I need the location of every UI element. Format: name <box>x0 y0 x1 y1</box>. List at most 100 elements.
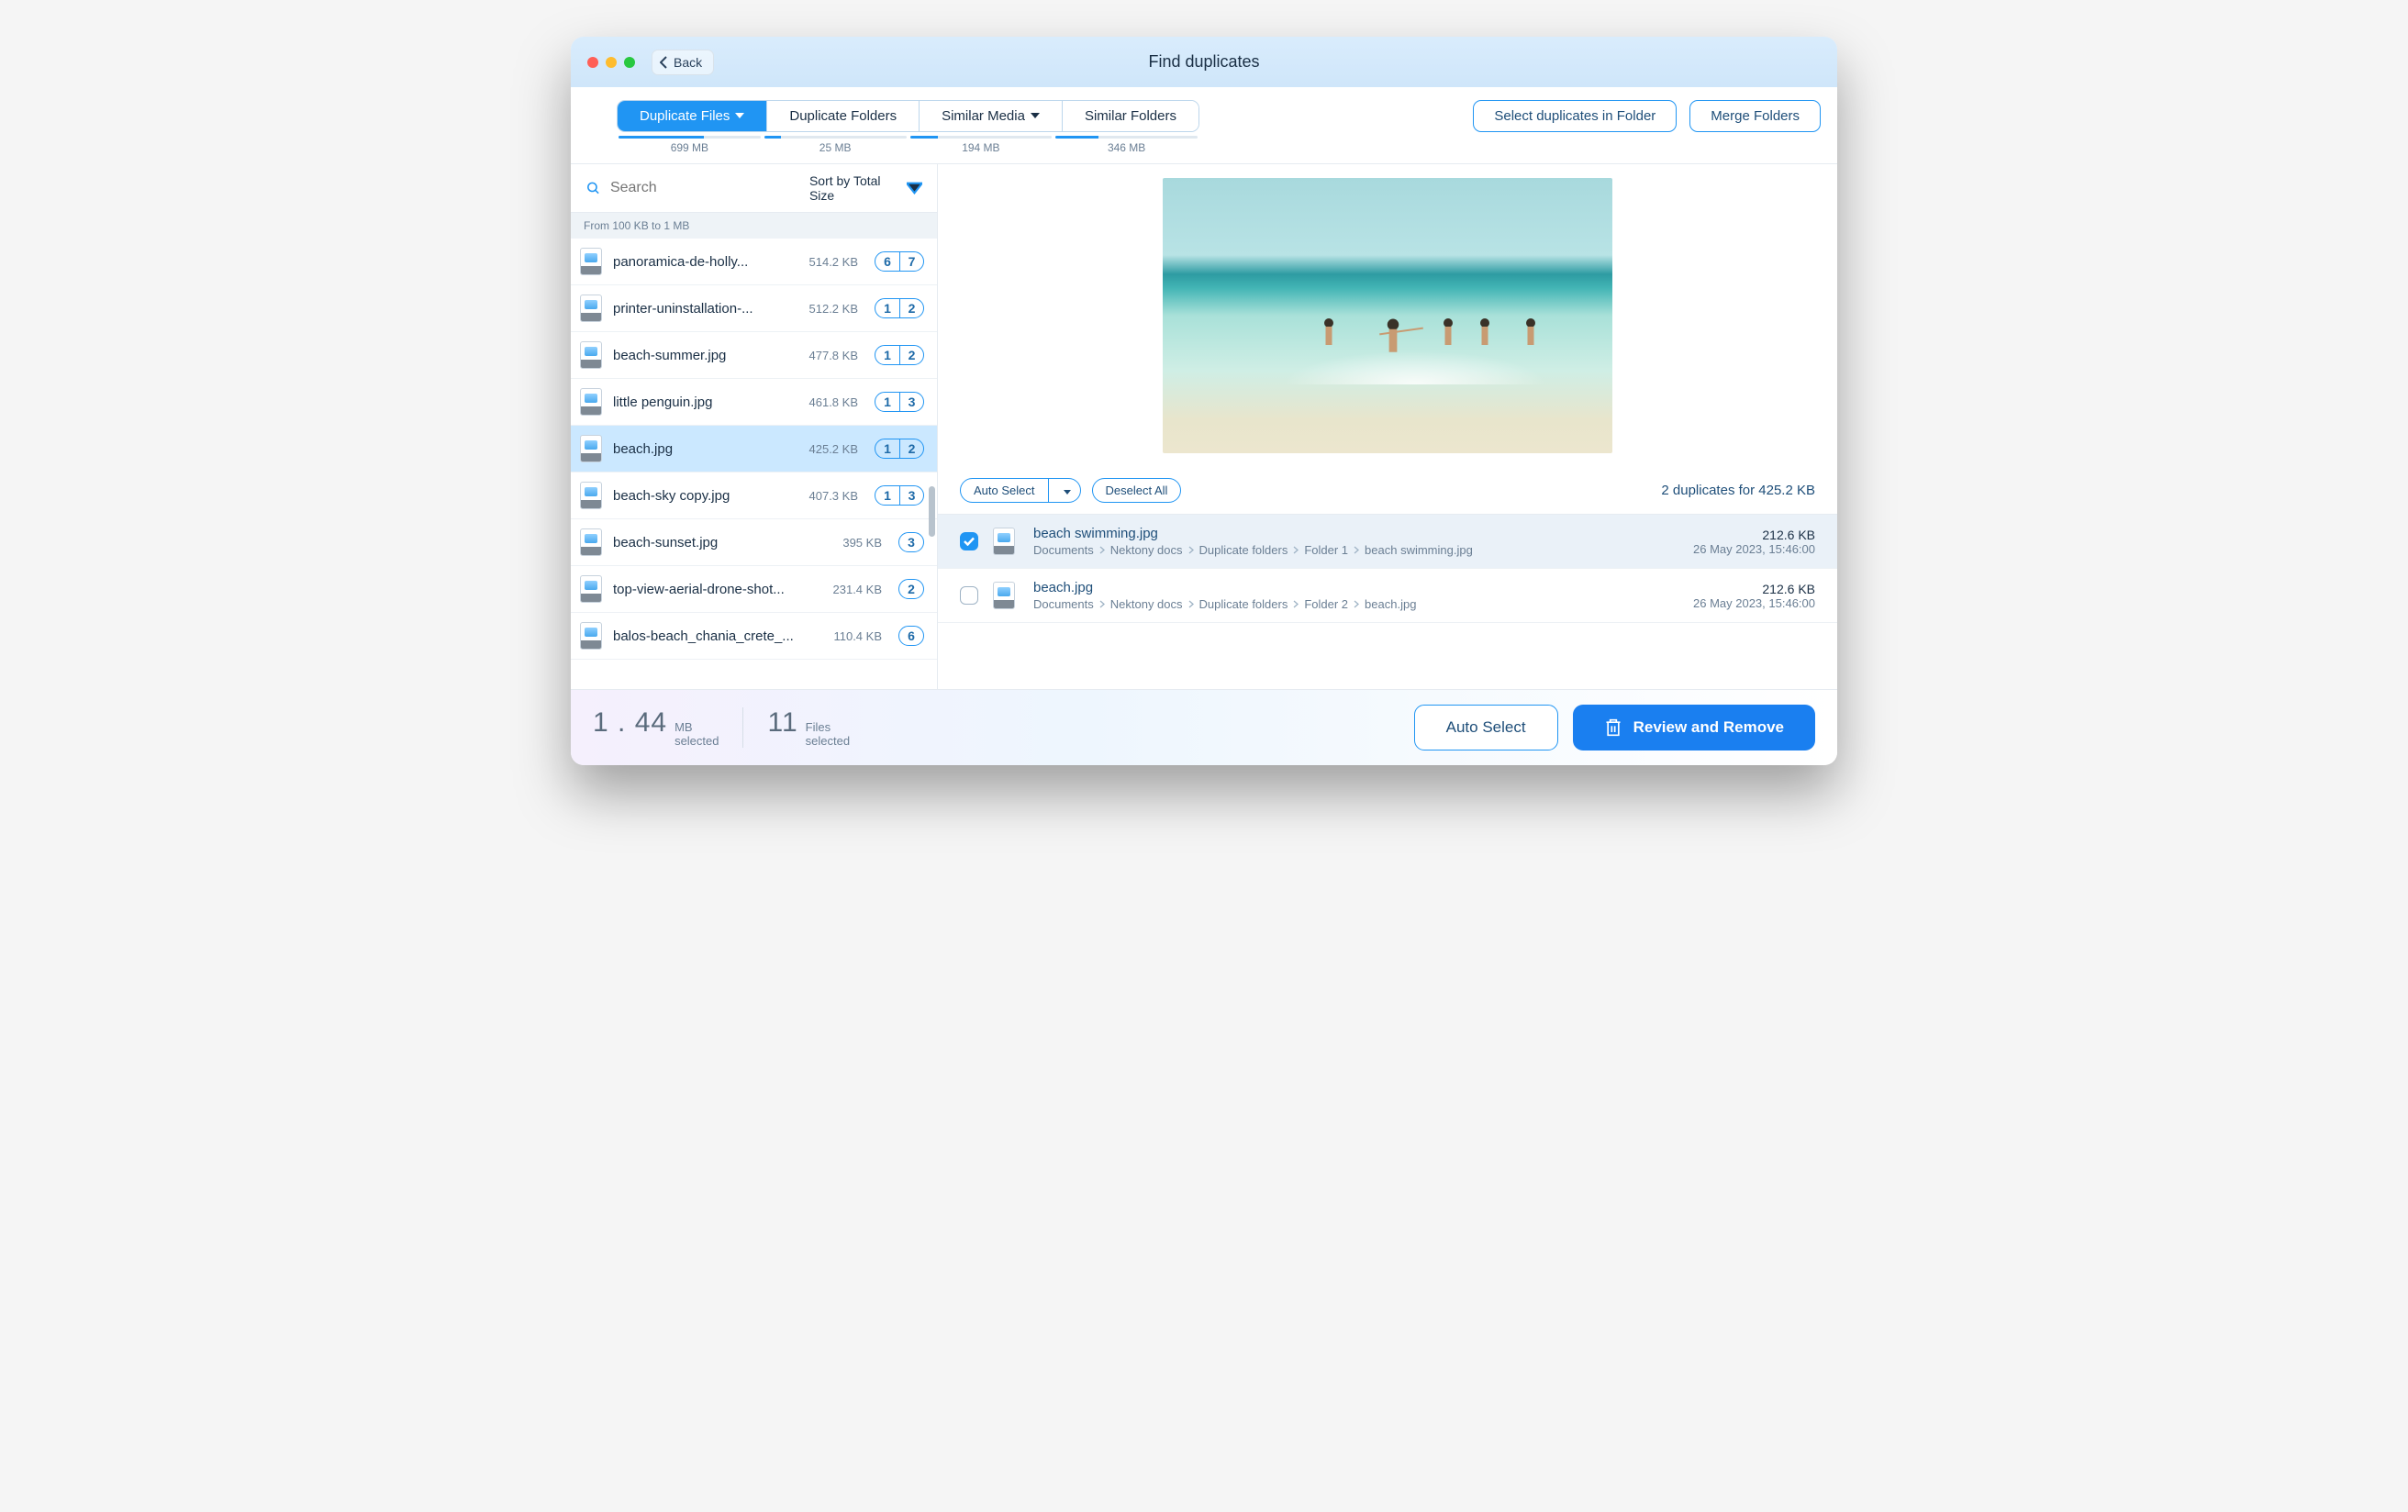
duplicate-date: 26 May 2023, 15:46:00 <box>1693 542 1815 556</box>
preview-area <box>938 164 1837 467</box>
scrollbar-thumb[interactable] <box>929 486 935 537</box>
tab-similar-folders[interactable]: Similar Folders <box>1063 101 1198 131</box>
duplicate-row[interactable]: beach.jpg DocumentsNektony docsDuplicate … <box>938 569 1837 623</box>
chevron-right-icon <box>1354 546 1359 554</box>
file-icon <box>580 295 604 322</box>
file-name: little penguin.jpg <box>613 395 788 410</box>
toolbar-actions: Select duplicates in Folder Merge Folder… <box>1473 100 1821 145</box>
duplicate-meta: 212.6 KB26 May 2023, 15:46:00 <box>1693 528 1815 556</box>
sort-label: Sort by Total Size <box>809 173 903 203</box>
checkbox[interactable] <box>960 532 978 550</box>
file-row[interactable]: printer-uninstallation-...512.2 KB12 <box>571 285 937 332</box>
file-name: balos-beach_chania_crete_... <box>613 628 812 644</box>
count-badge: 13 <box>875 392 924 412</box>
chevron-down-icon <box>1031 113 1040 119</box>
file-size: 231.4 KB <box>821 583 882 596</box>
duplicate-name: beach swimming.jpg <box>1033 526 1678 541</box>
checkbox[interactable] <box>960 586 978 605</box>
count-badge: 12 <box>875 345 924 365</box>
stat-size-value: 1 . 44 <box>593 707 667 739</box>
main-panel: Auto Select Deselect All 2 duplicates fo… <box>938 164 1837 689</box>
back-label: Back <box>674 55 702 70</box>
close-window-icon[interactable] <box>587 57 598 68</box>
stat-files-value: 11 <box>767 707 797 739</box>
file-icon <box>580 435 604 462</box>
duplicate-date: 26 May 2023, 15:46:00 <box>1693 596 1815 610</box>
file-row[interactable]: beach-sky copy.jpg 407.3 KB 13 <box>571 472 937 519</box>
toolbar: Duplicate FilesDuplicate FoldersSimilar … <box>571 87 1837 164</box>
app-window: Back Find duplicates Duplicate FilesDupl… <box>571 37 1837 765</box>
file-icon <box>993 582 1019 609</box>
chevron-down-icon <box>1054 479 1080 502</box>
file-size: 512.2 KB <box>797 302 858 316</box>
file-icon <box>580 341 604 369</box>
chevron-right-icon <box>1293 600 1299 608</box>
file-row[interactable]: panoramica-de-holly...514.2 KB67 <box>571 239 937 285</box>
merge-folders-button[interactable]: Merge Folders <box>1689 100 1821 132</box>
segmented-tabs: Duplicate FilesDuplicate FoldersSimilar … <box>617 100 1199 163</box>
count-badge: 12 <box>875 439 924 459</box>
tab-duplicate-folders[interactable]: Duplicate Folders <box>767 101 920 131</box>
search-row: Sort by Total Size <box>571 164 937 213</box>
file-name: beach.jpg <box>613 441 788 457</box>
duplicate-row[interactable]: beach swimming.jpg DocumentsNektony docsD… <box>938 515 1837 569</box>
titlebar: Back Find duplicates <box>571 37 1837 87</box>
duplicate-name: beach.jpg <box>1033 580 1678 595</box>
file-size: 110.4 KB <box>821 629 882 643</box>
search-input[interactable] <box>610 180 800 196</box>
chevron-right-icon <box>1188 546 1194 554</box>
auto-select-dropdown[interactable]: Auto Select <box>960 478 1081 503</box>
select-duplicates-folder-button[interactable]: Select duplicates in Folder <box>1473 100 1677 132</box>
file-icon <box>580 388 604 416</box>
file-icon <box>580 482 604 509</box>
file-row[interactable]: balos-beach_chania_crete_...110.4 KB6 <box>571 613 937 660</box>
file-row[interactable]: top-view-aerial-drone-shot...231.4 KB2 <box>571 566 937 613</box>
file-name: panoramica-de-holly... <box>613 254 788 270</box>
file-size: 461.8 KB <box>797 395 858 409</box>
footer: 1 . 44 MB selected 11 Files selected Aut… <box>571 689 1837 765</box>
maximize-window-icon[interactable] <box>624 57 635 68</box>
file-name: beach-sunset.jpg <box>613 535 812 550</box>
file-list[interactable]: panoramica-de-holly...514.2 KB67printer-… <box>571 239 937 689</box>
file-name: beach-sky copy.jpg <box>613 488 788 504</box>
tab-meta: 25 MB <box>763 132 909 163</box>
file-size: 477.8 KB <box>797 349 858 362</box>
body: Sort by Total Size From 100 KB to 1 MB p… <box>571 164 1837 689</box>
deselect-all-button[interactable]: Deselect All <box>1092 478 1182 503</box>
file-icon <box>580 622 604 650</box>
file-name: beach-summer.jpg <box>613 348 788 363</box>
chevron-down-icon <box>735 113 744 119</box>
file-row[interactable]: beach-sunset.jpg395 KB3 <box>571 519 937 566</box>
chevron-down-icon <box>907 180 922 196</box>
duplicate-path: DocumentsNektony docsDuplicate foldersFo… <box>1033 597 1678 611</box>
tab-meta: 346 MB <box>1054 132 1199 163</box>
file-size: 407.3 KB <box>797 489 858 503</box>
file-row[interactable]: beach.jpg 425.2 KB 12 <box>571 426 937 472</box>
review-remove-label: Review and Remove <box>1633 718 1784 737</box>
duplicate-size: 212.6 KB <box>1693 582 1815 596</box>
count-badge: 3 <box>898 532 924 552</box>
minimize-window-icon[interactable] <box>606 57 617 68</box>
tab-duplicate-files[interactable]: Duplicate Files <box>618 101 767 131</box>
duplicate-controls: Auto Select Deselect All 2 duplicates fo… <box>938 467 1837 515</box>
file-row[interactable]: little penguin.jpg 461.8 KB 13 <box>571 379 937 426</box>
stat-size-label: selected <box>674 735 719 749</box>
file-size: 514.2 KB <box>797 255 858 269</box>
stat-files-unit: Files <box>806 721 850 735</box>
chevron-right-icon <box>1099 600 1105 608</box>
duplicate-path: DocumentsNektony docsDuplicate foldersFo… <box>1033 543 1678 557</box>
count-badge: 2 <box>898 579 924 599</box>
duplicate-info: beach.jpg DocumentsNektony docsDuplicate … <box>1033 580 1678 611</box>
tab-similar-media[interactable]: Similar Media <box>920 101 1063 131</box>
footer-auto-select-button[interactable]: Auto Select <box>1414 705 1558 750</box>
count-badge: 13 <box>875 485 924 506</box>
chevron-right-icon <box>1354 600 1359 608</box>
file-name: printer-uninstallation-... <box>613 301 788 317</box>
back-button[interactable]: Back <box>652 50 714 75</box>
review-remove-button[interactable]: Review and Remove <box>1573 705 1815 750</box>
size-range-header: From 100 KB to 1 MB <box>571 213 937 239</box>
sidebar: Sort by Total Size From 100 KB to 1 MB p… <box>571 164 938 689</box>
sort-button[interactable]: Sort by Total Size <box>809 173 922 203</box>
file-size: 425.2 KB <box>797 442 858 456</box>
file-row[interactable]: beach-summer.jpg 477.8 KB 12 <box>571 332 937 379</box>
